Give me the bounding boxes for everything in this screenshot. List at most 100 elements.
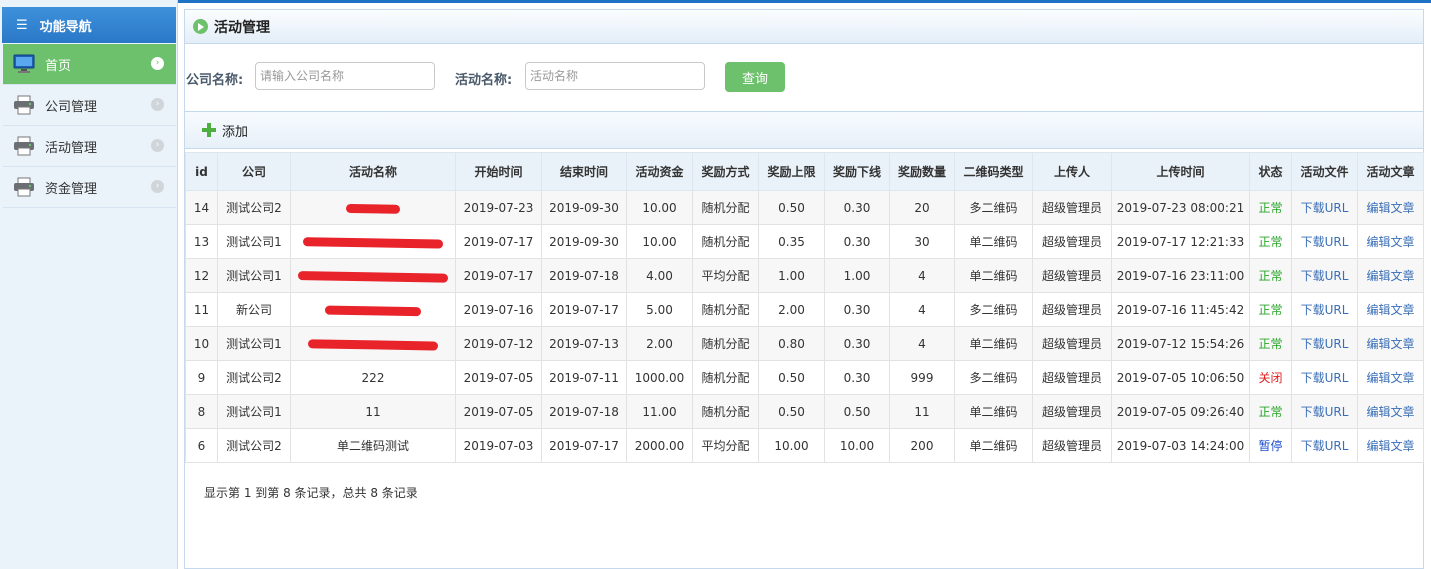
funds-cell: 2000.00 [634,438,685,453]
start-date-cell: 2019-07-03 [463,438,534,453]
sidebar-title: 功能导航 [39,19,92,35]
reward-upper-cell: 0.80 [778,336,805,351]
column-header[interactable]: 活动名称 [290,152,456,191]
reward-upper-cell: 1.00 [778,268,805,283]
start-date-cell: 2019-07-17 [463,268,534,283]
start-date-cell: 2019-07-17 [463,234,534,249]
sidebar-item-label: 首页 [45,58,72,74]
company-cell: 测试公司2 [226,439,282,453]
status-cell: 正常 [1258,337,1283,351]
status-cell: 正常 [1258,405,1283,419]
reward-count-cell: 11 [914,404,930,419]
column-header[interactable]: 上传时间 [1111,152,1250,191]
column-header[interactable]: 奖励方式 [692,152,759,191]
table-row[interactable]: 10 测试公司1 2019-07-12 2019-07-13 2.00 随机分配 0.80 0… [185,326,1424,361]
table-row[interactable]: 12 测试公司1 2019-07-17 2019-07-18 4.00 平均分配 1.00 1… [185,258,1424,293]
reward-mode-cell: 随机分配 [701,371,750,385]
list-icon: ☰ [16,17,28,33]
status-cell: 正常 [1258,235,1283,249]
end-date-cell: 2019-07-11 [549,370,619,385]
column-header[interactable]: 活动文件 [1291,152,1358,191]
column-header[interactable]: 活动文章 [1357,152,1424,191]
end-date-cell: 2019-07-18 [549,268,619,283]
funds-cell: 5.00 [646,302,673,317]
download-url-link[interactable]: 下载URL [1301,235,1349,249]
query-button[interactable]: 查询 [725,62,785,92]
download-url-link[interactable]: 下载URL [1301,269,1349,283]
sidebar-item-company[interactable]: 公司管理 › [3,85,176,126]
reward-upper-cell: 0.50 [778,370,805,385]
column-header[interactable]: 二维码类型 [954,152,1033,191]
reward-mode-cell: 平均分配 [701,269,750,283]
edit-article-link[interactable]: 编辑文章 [1366,439,1414,453]
download-url-link[interactable]: 下载URL [1301,439,1349,453]
column-header[interactable]: id [185,152,218,191]
redaction-mark [302,236,444,249]
qr-type-cell: 多二维码 [969,201,1018,215]
sidebar-header: ☰ 功能导航 [2,7,176,43]
qr-type-cell: 单二维码 [969,269,1018,283]
edit-article-link[interactable]: 编辑文章 [1366,201,1414,215]
edit-article-link[interactable]: 编辑文章 [1366,235,1414,249]
column-header[interactable]: 开始时间 [455,152,542,191]
activity-name-input[interactable] [525,62,705,90]
end-date-cell: 2019-09-30 [549,200,619,215]
redaction-mark [307,338,439,351]
sidebar-item-label: 公司管理 [45,99,98,115]
status-cell: 正常 [1258,269,1283,283]
plus-icon[interactable] [202,123,216,137]
download-url-link[interactable]: 下载URL [1301,337,1349,351]
table-row[interactable]: 11 新公司 2019-07-16 2019-07-17 5.00 随机分配 2.00 0.3… [185,292,1424,327]
column-header[interactable]: 状态 [1249,152,1292,191]
funds-cell: 10.00 [642,234,677,249]
add-button[interactable]: 添加 [222,121,248,140]
column-header[interactable]: 公司 [217,152,291,191]
upload-time-cell: 2019-07-12 15:54:26 [1116,336,1245,351]
chevron-right-icon: › [151,98,164,111]
table-row[interactable]: 8 测试公司1 11 2019-07-05 2019-07-18 11.00 随机分配 0.5… [185,394,1424,429]
download-url-link[interactable]: 下载URL [1301,201,1349,215]
id-cell: 8 [197,404,206,419]
table-row[interactable]: 13 测试公司1 2019-07-17 2019-09-30 10.00 随机分配 0.35… [185,224,1424,259]
sidebar-item-label: 活动管理 [45,140,98,156]
status-cell: 关闭 [1258,371,1283,385]
edit-article-link[interactable]: 编辑文章 [1366,405,1414,419]
table-row[interactable]: 14 测试公司2 2019-07-23 2019-09-30 10.00 随机分配 0.50… [185,190,1424,225]
edit-article-link[interactable]: 编辑文章 [1366,371,1414,385]
column-header[interactable]: 奖励下线 [824,152,890,191]
start-date-cell: 2019-07-12 [463,336,534,351]
printer-icon [14,177,34,197]
company-cell: 测试公司1 [226,337,282,351]
activity-table: id 公司 活动名称 开始时间 结束时间 活动资金 奖励方式 奖励上限 奖励下线… [185,152,1424,463]
id-cell: 6 [197,438,206,453]
redaction-mark [324,305,422,316]
column-header[interactable]: 结束时间 [541,152,627,191]
edit-article-link[interactable]: 编辑文章 [1366,269,1414,283]
end-date-cell: 2019-07-13 [549,336,619,351]
company-name-label: 公司名称: [186,73,244,88]
upload-time-cell: 2019-07-05 09:26:40 [1116,404,1245,419]
column-header[interactable]: 奖励数量 [889,152,955,191]
table-row[interactable]: 9 测试公司2 222 2019-07-05 2019-07-11 1000.00 随机分配… [185,360,1424,395]
reward-mode-cell: 随机分配 [701,201,750,215]
table-row[interactable]: 6 测试公司2 单二维码测试 2019-07-03 2019-07-17 2000.00 平… [185,428,1424,463]
column-header[interactable]: 上传人 [1032,152,1112,191]
download-url-link[interactable]: 下载URL [1301,405,1349,419]
company-cell: 新公司 [235,303,272,317]
download-url-link[interactable]: 下载URL [1301,303,1349,317]
reward-count-cell: 30 [914,234,930,249]
reward-lower-cell: 0.30 [843,234,871,249]
funds-cell: 1000.00 [634,370,685,385]
edit-article-link[interactable]: 编辑文章 [1366,303,1414,317]
reward-mode-cell: 随机分配 [701,405,750,419]
download-url-link[interactable]: 下载URL [1301,371,1349,385]
sidebar-item-activity[interactable]: 活动管理 › [3,126,176,167]
company-name-input[interactable] [255,62,435,90]
edit-article-link[interactable]: 编辑文章 [1366,337,1414,351]
column-header[interactable]: 活动资金 [626,152,693,191]
monitor-icon [13,54,35,73]
column-header[interactable]: 奖励上限 [758,152,825,191]
sidebar-item-funds[interactable]: 资金管理 › [3,167,176,208]
sidebar-item-home[interactable]: 首页 › [3,44,176,85]
id-cell: 14 [193,200,210,215]
